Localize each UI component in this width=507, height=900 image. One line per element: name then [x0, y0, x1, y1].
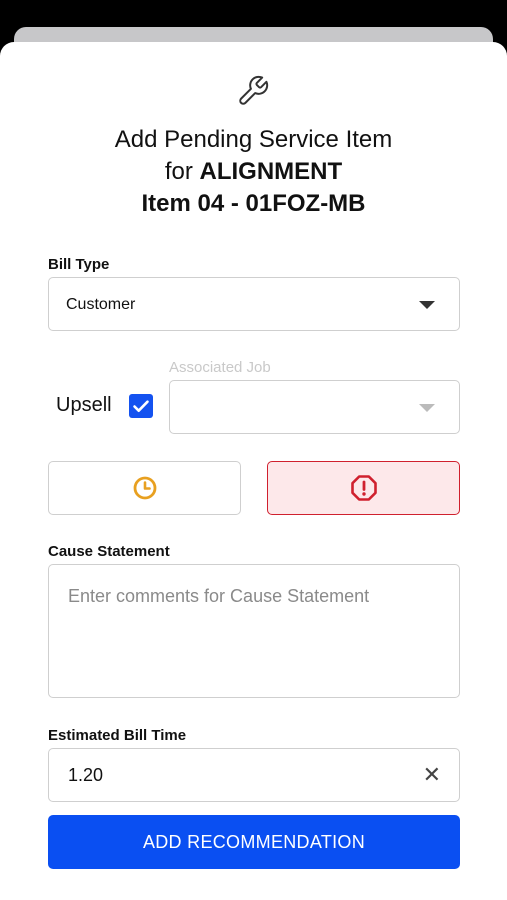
check-icon	[133, 400, 149, 412]
title-line-2: for ALIGNMENT	[0, 156, 507, 188]
upsell-label: Upsell	[56, 394, 112, 416]
wrench-icon	[239, 75, 269, 105]
title-line-1: Add Pending Service Item	[114, 126, 393, 153]
upsell-checkbox[interactable]	[129, 394, 153, 418]
page-title: Add Pending Service Item for ALIGNMENT I…	[0, 124, 507, 220]
clock-icon	[133, 476, 156, 500]
alert-octagon-icon	[350, 475, 377, 501]
associated-job-label: Associated Job	[169, 359, 271, 376]
cause-statement-label: Cause Statement	[48, 543, 170, 560]
add-recommendation-button[interactable]: ADD RECOMMENDATION	[48, 815, 460, 869]
bill-type-value: Customer	[66, 296, 136, 313]
title-service-name: ALIGNMENT	[199, 158, 343, 185]
associated-job-select[interactable]	[169, 380, 460, 434]
cause-statement-textarea[interactable]: Enter comments for Cause Statement	[48, 564, 460, 698]
cause-statement-placeholder: Enter comments for Cause Statement	[68, 586, 370, 606]
estimated-bill-time-label: Estimated Bill Time	[48, 727, 187, 744]
chevron-down-icon	[419, 301, 435, 309]
priority-critical-button[interactable]	[267, 461, 460, 515]
estimated-bill-time-value: 1.20	[68, 765, 104, 785]
priority-warning-button[interactable]	[48, 461, 241, 515]
chevron-down-icon	[419, 404, 435, 412]
bill-type-label: Bill Type	[48, 256, 110, 273]
bill-type-select[interactable]: Customer	[48, 277, 460, 331]
title-item: Item 04 - 01FOZ-MB	[141, 190, 366, 217]
estimated-bill-time-input[interactable]: 1.20 ✕	[48, 748, 460, 802]
title-for: for	[164, 158, 193, 185]
clear-icon[interactable]: ✕	[423, 764, 441, 786]
